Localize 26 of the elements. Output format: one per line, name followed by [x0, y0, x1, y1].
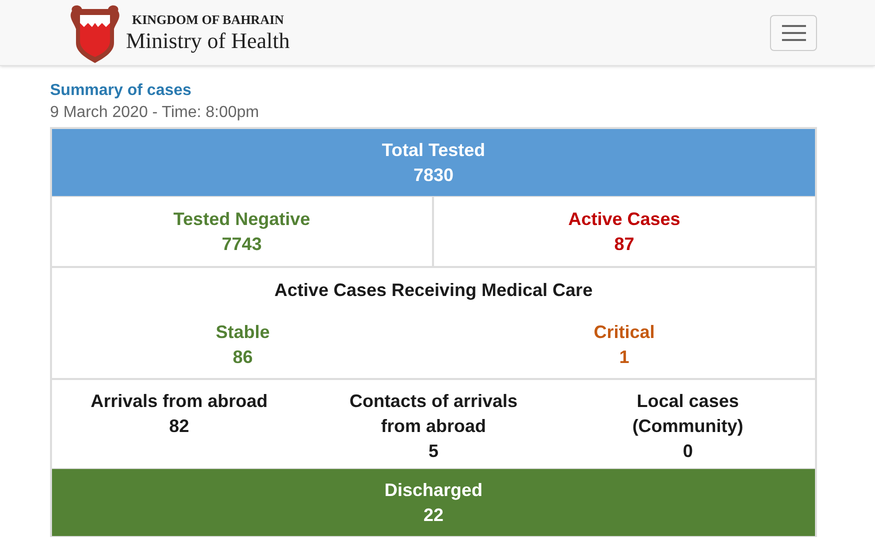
- stat-label: Critical: [594, 321, 655, 344]
- menu-icon: [782, 24, 806, 40]
- stat-label: Contacts of arrivals from abroad: [348, 390, 519, 438]
- emblem-icon: [68, 2, 122, 62]
- stat-label: Active Cases: [568, 208, 680, 230]
- banner-value: 22: [423, 504, 444, 526]
- stat-value: 1: [619, 346, 630, 369]
- banner-value: 7830: [413, 164, 454, 186]
- banner-label: Discharged: [384, 478, 483, 502]
- stat-value: 7743: [222, 232, 262, 256]
- summary-date: 9 March 2020 - Time: 8:00pm: [50, 103, 260, 123]
- stat-value: 86: [232, 346, 253, 369]
- site-title: Ministry of Health: [126, 28, 290, 54]
- stat-value: 87: [614, 232, 634, 256]
- summary-title: Summary of cases: [50, 81, 192, 101]
- stat-value: 5: [428, 440, 438, 463]
- stat-value: 82: [169, 415, 190, 438]
- stat-label: Tested Negative: [173, 208, 310, 231]
- banner-label: Total Tested: [382, 138, 486, 162]
- menu-button[interactable]: [770, 14, 817, 50]
- stat-label: Arrivals from abroad: [90, 390, 268, 413]
- stat-value: 0: [682, 440, 693, 463]
- stat-label: Local cases (Community): [631, 390, 744, 438]
- stat-label: Stable: [216, 321, 270, 344]
- site-kicker: KINGDOM OF BAHRAIN: [131, 12, 285, 28]
- section-title: Active Cases Receiving Medical Care: [274, 279, 593, 302]
